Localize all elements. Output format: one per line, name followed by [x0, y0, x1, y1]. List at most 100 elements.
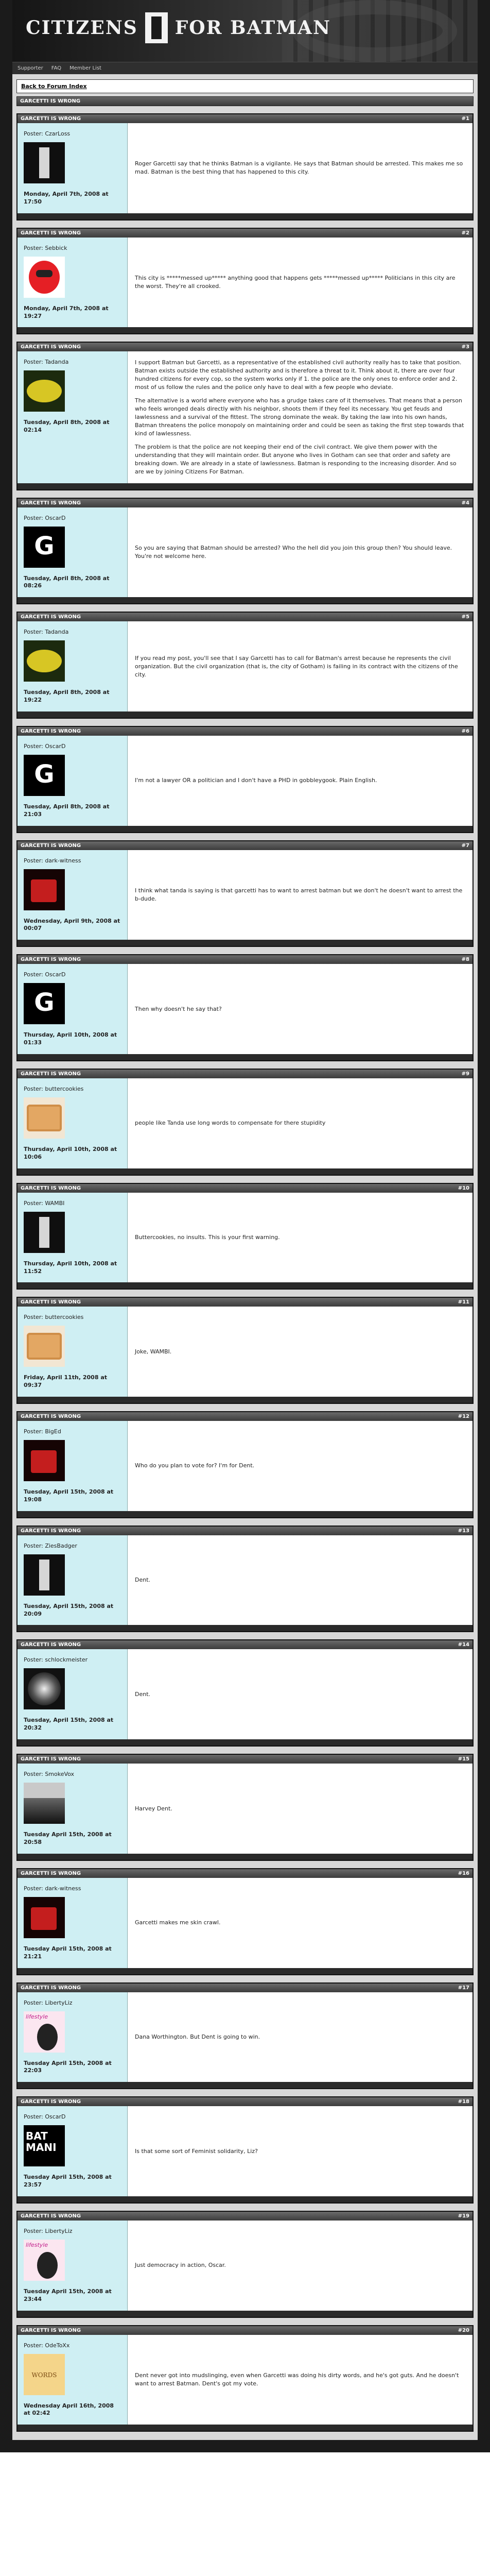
post-number[interactable]: #8 — [462, 957, 469, 962]
post-title: GARCETTI IS WRONG — [21, 1185, 81, 1191]
post-number[interactable]: #14 — [458, 1642, 469, 1648]
poster-name[interactable]: Poster: SmokeVox — [24, 1771, 121, 1777]
back-to-forum-index-link[interactable]: Back to Forum Index — [21, 83, 87, 90]
post-number[interactable]: #1 — [462, 116, 469, 122]
nav-link-supporter[interactable]: Supporter — [18, 65, 43, 71]
poster-name[interactable]: Poster: OscarD — [24, 971, 121, 978]
post-paragraph: Is that some sort of Feminist solidarity… — [135, 2147, 258, 2155]
post-body: Poster: LibertyLiz Tuesday April 15th, 20… — [18, 1992, 472, 2082]
post-header: GARCETTI IS WRONG #6 — [18, 726, 472, 736]
poster-name[interactable]: Poster: LibertyLiz — [24, 1999, 121, 2006]
avatar — [24, 1668, 65, 1710]
post-body: Poster: Tadanda Tuesday, April 8th, 2008 … — [18, 351, 472, 483]
post-author-panel: Poster: schlockmeister Tuesday, April 15t… — [18, 1649, 128, 1740]
post-paragraph: I think what tanda is saying is that gar… — [135, 887, 463, 902]
top-nav: Supporter FAQ Member List — [12, 62, 478, 74]
post-number[interactable]: #16 — [458, 1871, 469, 1876]
nav-link-member-list[interactable]: Member List — [69, 65, 101, 71]
post-number[interactable]: #7 — [462, 843, 469, 849]
post-footer — [18, 1054, 472, 1060]
forum-post: GARCETTI IS WRONG #5 Poster: Tadanda Tuesda… — [16, 612, 474, 719]
post-number[interactable]: #5 — [462, 614, 469, 620]
poster-name[interactable]: Poster: LibertyLiz — [24, 2228, 121, 2234]
post-footer — [18, 940, 472, 946]
post-body: Poster: buttercookies Thursday, April 10t… — [18, 1078, 472, 1168]
poster-name[interactable]: Poster: CzarLoss — [24, 130, 121, 137]
post-number[interactable]: #18 — [458, 2099, 469, 2105]
post-title: GARCETTI IS WRONG — [21, 1414, 81, 1420]
poster-name[interactable]: Poster: OscarD — [24, 515, 121, 521]
post-author-panel: Poster: OscarD Thursday, April 10th, 2008… — [18, 964, 128, 1054]
post-date: Thursday, April 10th, 2008 at 10:06 — [24, 1146, 117, 1160]
poster-name[interactable]: Poster: OscarD — [24, 2113, 121, 2120]
post-author-panel: Poster: Sebbick Monday, April 7th, 2008 a… — [18, 237, 128, 328]
post-footer — [18, 1968, 472, 1974]
post-paragraph: Dent never got into mudslinging, even wh… — [135, 2371, 459, 2387]
forum-post: GARCETTI IS WRONG #13 Poster: ZiesBadger Tu… — [16, 1525, 474, 1633]
poster-name[interactable]: Poster: WAMBI — [24, 1200, 121, 1207]
bat-logo-icon — [145, 12, 168, 43]
post-message: Just democracy in action, Oscar. — [128, 2220, 472, 2311]
post-number[interactable]: #2 — [462, 230, 469, 236]
post-author-panel: Poster: buttercookies Thursday, April 10t… — [18, 1078, 128, 1168]
poster-name[interactable]: Poster: BigEd — [24, 1428, 121, 1435]
nav-link-faq[interactable]: FAQ — [51, 65, 61, 71]
poster-name[interactable]: Poster: dark-witness — [24, 1885, 121, 1892]
post-message: Dent. — [128, 1535, 472, 1625]
post-header: GARCETTI IS WRONG #13 — [18, 1526, 472, 1535]
poster-name[interactable]: Poster: Tadanda — [24, 359, 121, 365]
post-paragraph: If you read my post, you'll see that I s… — [135, 654, 458, 678]
poster-name[interactable]: Poster: OscarD — [24, 743, 121, 750]
poster-name[interactable]: Poster: ZiesBadger — [24, 1543, 121, 1549]
forum-content: Back to Forum Index GARCETTI IS WRONG GA… — [12, 74, 478, 2441]
forum-post: GARCETTI IS WRONG #4 Poster: OscarD Tuesday… — [16, 497, 474, 605]
poster-name[interactable]: Poster: Sebbick — [24, 245, 121, 251]
poster-name[interactable]: Poster: OdeToXx — [24, 2342, 121, 2349]
post-author-panel: Poster: Tadanda Tuesday, April 8th, 2008 … — [18, 621, 128, 711]
post-date: Tuesday, April 15th, 2008 at 19:08 — [24, 1488, 114, 1503]
post-number[interactable]: #9 — [462, 1071, 469, 1077]
post-number[interactable]: #19 — [458, 2213, 469, 2219]
post-header: GARCETTI IS WRONG #11 — [18, 1298, 472, 1307]
post-author-panel: Poster: OdeToXx Wednesday April 16th, 200… — [18, 2334, 128, 2425]
post-body: Poster: OdeToXx Wednesday April 16th, 200… — [18, 2334, 472, 2425]
post-title: GARCETTI IS WRONG — [21, 500, 81, 506]
forum-post: GARCETTI IS WRONG #18 Poster: OscarD Tuesda… — [16, 2096, 474, 2204]
post-title: GARCETTI IS WRONG — [21, 957, 81, 963]
post-number[interactable]: #12 — [458, 1414, 469, 1419]
post-author-panel: Poster: BigEd Tuesday, April 15th, 2008 a… — [18, 1421, 128, 1511]
post-number[interactable]: #13 — [458, 1528, 469, 1534]
post-author-panel: Poster: OscarD Tuesday April 15th, 2008 a… — [18, 2106, 128, 2196]
post-date: Tuesday April 15th, 2008 at 21:21 — [24, 1945, 112, 1960]
poster-name[interactable]: Poster: dark-witness — [24, 857, 121, 864]
post-date: Thursday, April 10th, 2008 at 01:33 — [24, 1031, 117, 1046]
post-date: Tuesday, April 8th, 2008 at 21:03 — [24, 803, 110, 818]
poster-name[interactable]: Poster: buttercookies — [24, 1086, 121, 1092]
avatar — [24, 2011, 65, 2053]
post-message: Garcetti makes me skin crawl. — [128, 1877, 472, 1968]
back-to-index-box: Back to Forum Index — [16, 79, 474, 93]
post-number[interactable]: #20 — [458, 2328, 469, 2333]
post-number[interactable]: #17 — [458, 1985, 469, 1991]
post-number[interactable]: #3 — [462, 344, 469, 350]
site-logo[interactable]: CITIZENS FOR BATMAN — [26, 12, 331, 43]
post-date: Tuesday, April 15th, 2008 at 20:32 — [24, 1717, 114, 1732]
poster-name[interactable]: Poster: Tadanda — [24, 629, 121, 635]
post-title: GARCETTI IS WRONG — [21, 1299, 81, 1306]
post-number[interactable]: #15 — [458, 1756, 469, 1762]
post-title: GARCETTI IS WRONG — [21, 1642, 81, 1648]
post-number[interactable]: #11 — [458, 1299, 469, 1305]
post-date: Tuesday April 15th, 2008 at 22:03 — [24, 2059, 112, 2074]
post-paragraph: Dent. — [135, 1577, 151, 1584]
post-number[interactable]: #6 — [462, 728, 469, 734]
poster-name[interactable]: Poster: schlockmeister — [24, 1656, 121, 1663]
avatar — [24, 370, 65, 412]
forum-post: GARCETTI IS WRONG #14 Poster: schlockmeist… — [16, 1639, 474, 1747]
poster-name[interactable]: Poster: buttercookies — [24, 1314, 121, 1320]
post-title: GARCETTI IS WRONG — [21, 2099, 81, 2105]
avatar — [24, 2125, 65, 2167]
post-number[interactable]: #10 — [458, 1185, 469, 1191]
post-title: GARCETTI IS WRONG — [21, 116, 81, 122]
post-number[interactable]: #4 — [462, 500, 469, 506]
avatar — [24, 1211, 65, 1253]
